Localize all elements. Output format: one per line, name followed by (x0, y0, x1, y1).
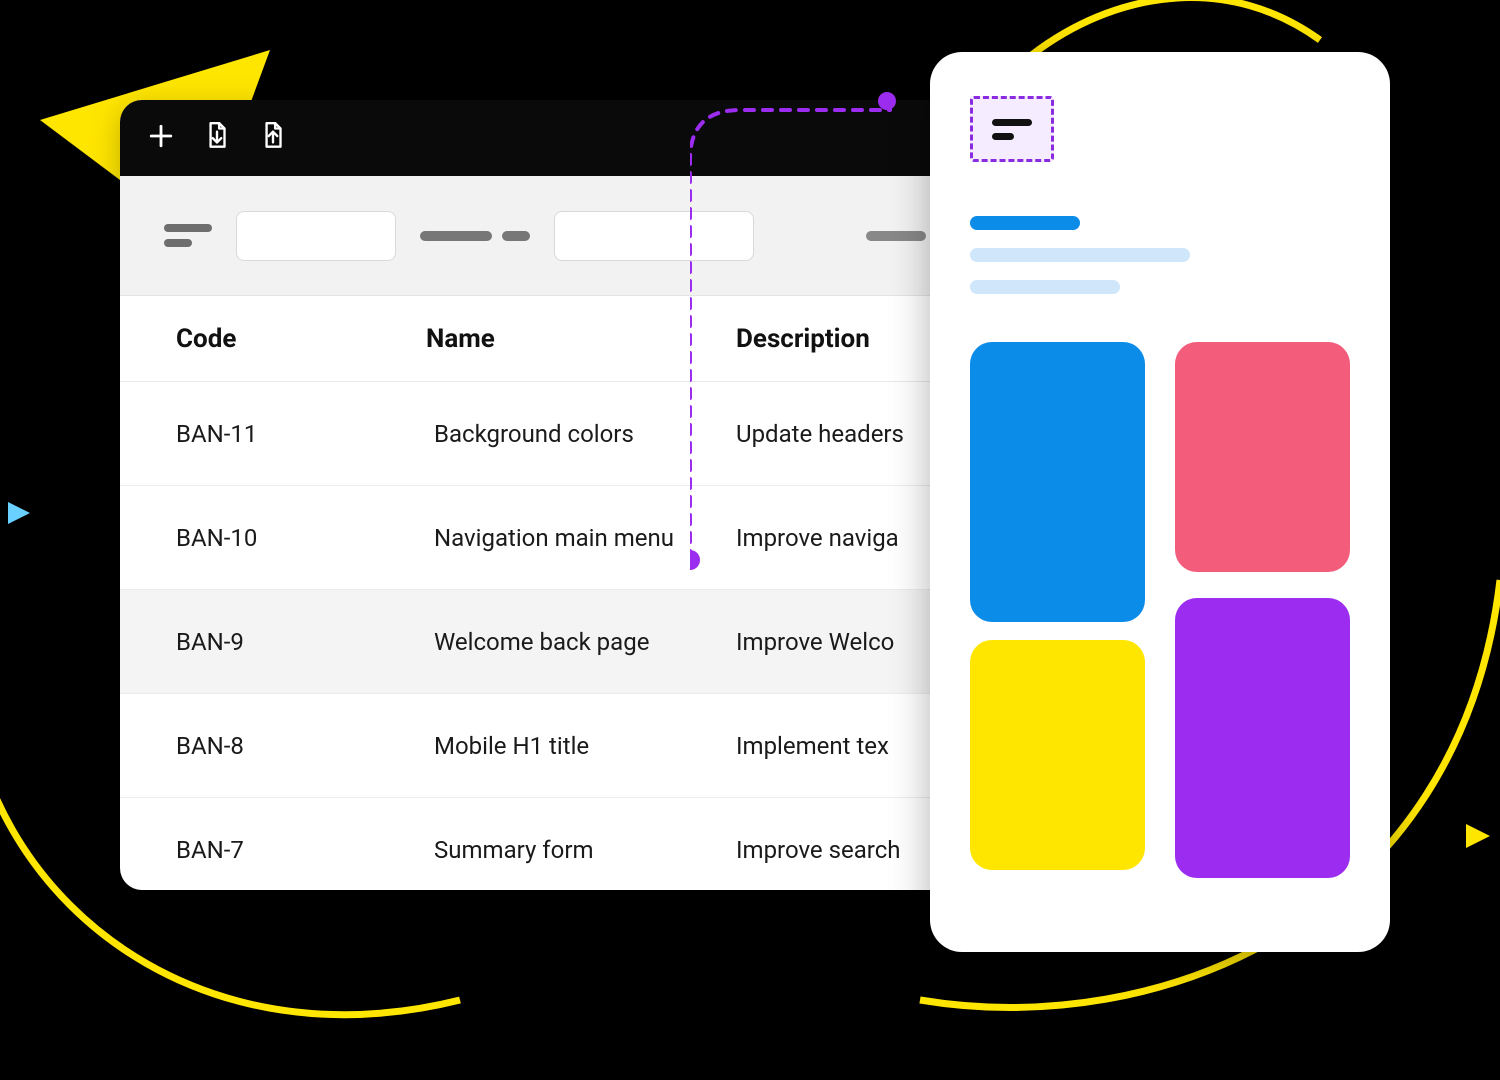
decorative-yellow-triangle (1464, 822, 1492, 850)
col-header-name: Name (426, 324, 736, 354)
filter-input-1[interactable] (236, 211, 396, 261)
cell-name: Summary form (426, 836, 736, 864)
cell-description: Update headers (736, 420, 914, 448)
table-row[interactable]: BAN-8 Mobile H1 title Implement tex (120, 694, 970, 798)
cell-code: BAN-7 (176, 836, 426, 864)
cell-name: Mobile H1 title (426, 732, 736, 760)
cell-description: Improve Welco (736, 628, 914, 656)
upload-file-icon[interactable] (260, 121, 286, 155)
tile-pink[interactable] (1175, 342, 1350, 572)
col-header-code: Code (176, 324, 426, 354)
cell-name: Background colors (426, 420, 736, 448)
tile-yellow[interactable] (970, 640, 1145, 870)
detail-heading-placeholder (970, 216, 1350, 294)
decorative-blue-triangle (6, 500, 32, 526)
cell-name: Navigation main menu (426, 524, 736, 552)
cell-code: BAN-10 (176, 524, 426, 552)
table-header: Code Name Description (120, 296, 970, 382)
plus-icon[interactable] (148, 123, 174, 153)
color-tile-grid (970, 342, 1350, 878)
cell-code: BAN-8 (176, 732, 426, 760)
menu-icon[interactable] (970, 96, 1054, 162)
detail-subtitle-bar (970, 280, 1120, 294)
filter-bar (120, 176, 970, 296)
table-row[interactable]: BAN-10 Navigation main menu Improve navi… (120, 486, 970, 590)
detail-card (930, 52, 1390, 952)
table-row[interactable]: BAN-9 Welcome back page Improve Welco (120, 590, 970, 694)
connector-endpoint-icon (878, 92, 896, 110)
issues-table-window: Code Name Description BAN-11 Background … (120, 100, 970, 890)
tile-blue[interactable] (970, 342, 1145, 622)
table-body: BAN-11 Background colors Update headers … (120, 382, 970, 890)
window-toolbar (120, 100, 970, 176)
filter-input-2[interactable] (554, 211, 754, 261)
filter-separator (420, 231, 530, 241)
table-row[interactable]: BAN-7 Summary form Improve search (120, 798, 970, 890)
detail-title-bar (970, 216, 1080, 230)
cell-description: Implement tex (736, 732, 914, 760)
cell-name: Welcome back page (426, 628, 736, 656)
cell-code: BAN-9 (176, 628, 426, 656)
download-file-icon[interactable] (204, 121, 230, 155)
detail-subtitle-bar (970, 248, 1190, 262)
table-row[interactable]: BAN-11 Background colors Update headers (120, 382, 970, 486)
filter-menu-icon[interactable] (164, 224, 212, 247)
tile-purple[interactable] (1175, 598, 1350, 878)
cell-description: Improve naviga (736, 524, 914, 552)
col-header-description: Description (736, 324, 914, 354)
cell-description: Improve search (736, 836, 914, 864)
cell-code: BAN-11 (176, 420, 426, 448)
filter-trail (866, 231, 926, 241)
